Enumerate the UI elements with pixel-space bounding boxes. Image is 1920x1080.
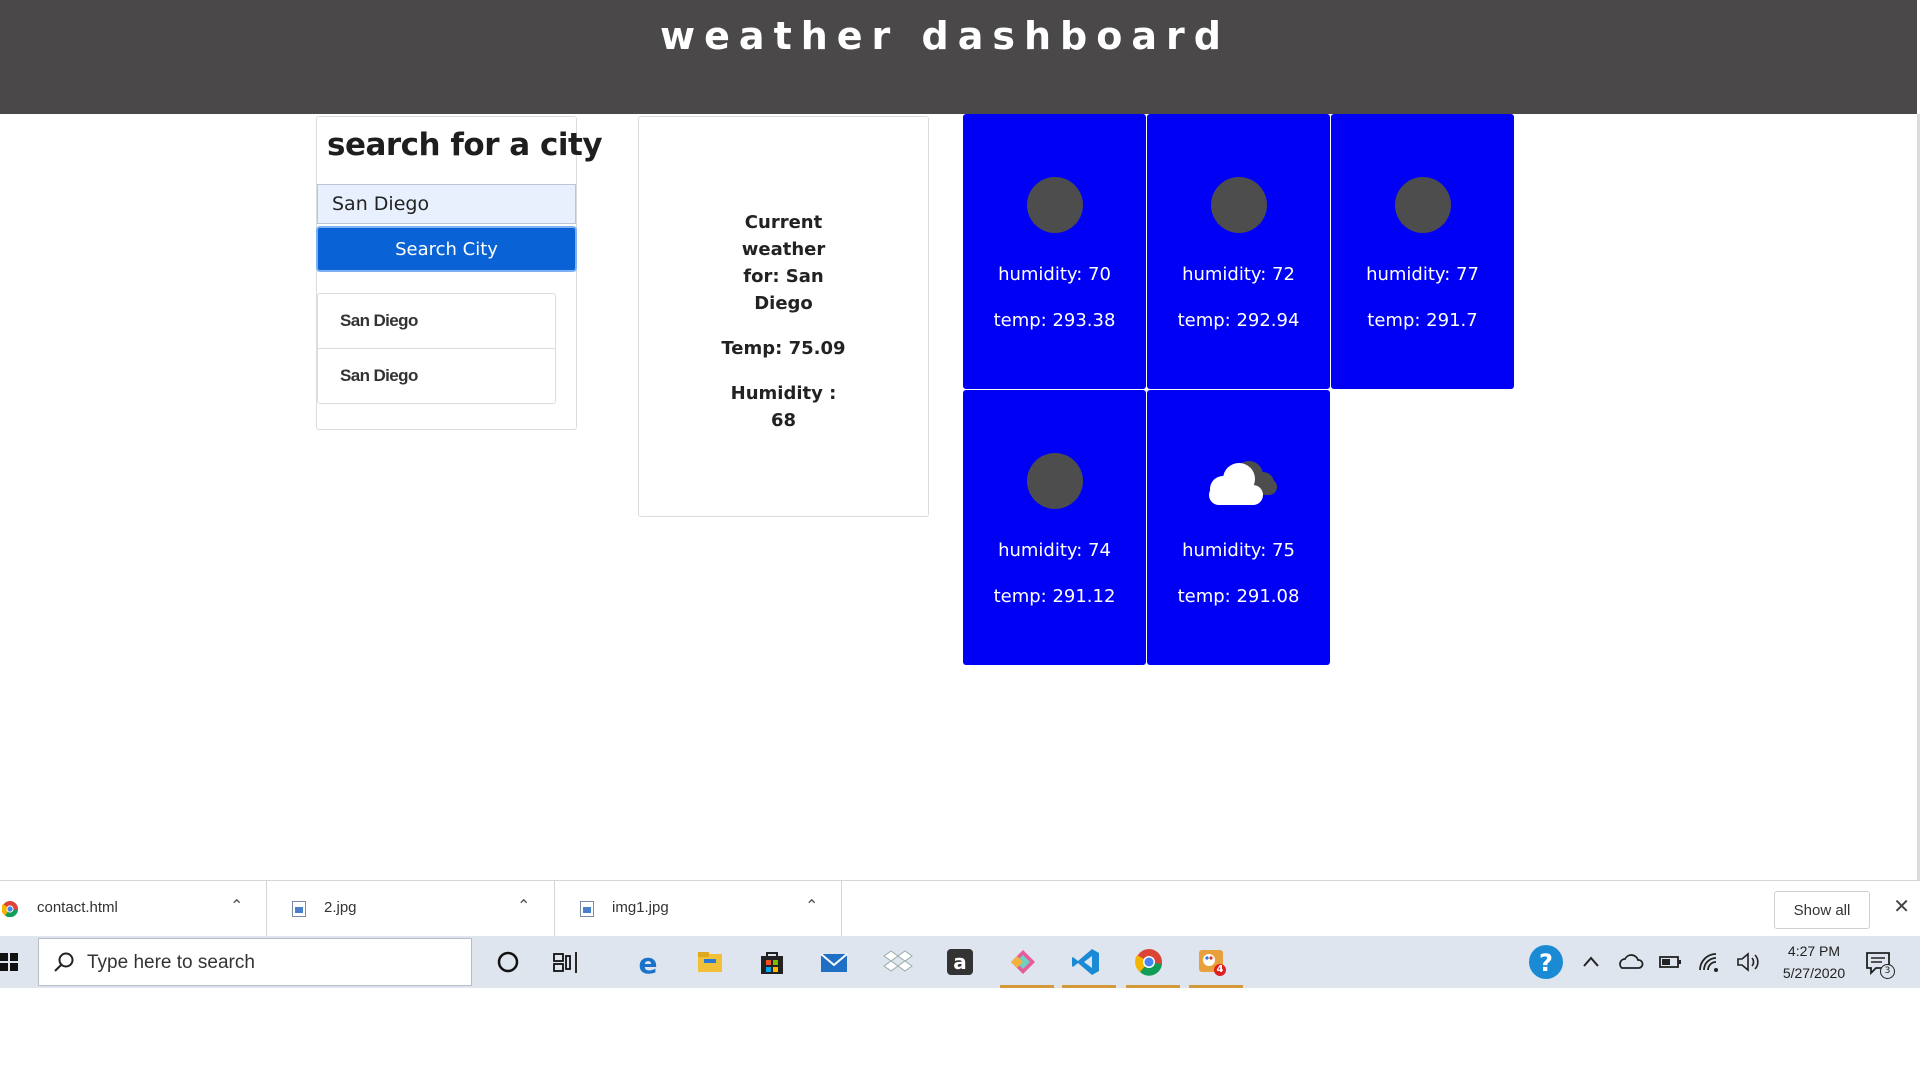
forecast-humidity: humidity: 74	[998, 540, 1111, 561]
edge-icon[interactable]: e	[632, 946, 664, 980]
chrome-file-icon	[1, 901, 18, 918]
forecast-temp: temp: 291.12	[993, 586, 1116, 607]
paint-icon[interactable]: 4	[1196, 946, 1228, 978]
file-explorer-icon[interactable]	[694, 946, 726, 978]
search-history-list: San Diego San Diego	[317, 293, 556, 404]
chrome-icon[interactable]	[1133, 946, 1165, 978]
image-file-icon	[580, 901, 596, 917]
current-weather-card: Current weather for: San Diego Temp: 75.…	[638, 116, 929, 517]
forecast-card: humidity: 70 temp: 293.38	[963, 114, 1146, 389]
current-temp: Temp: 75.09	[721, 338, 846, 359]
help-icon[interactable]: ?	[1528, 944, 1563, 979]
dropbox-icon[interactable]	[882, 946, 914, 978]
clock-time: 4:27 PM	[1787, 943, 1841, 959]
dark-circle-icon	[1027, 453, 1083, 509]
amazon-icon[interactable]: a	[944, 946, 976, 978]
forecast-humidity: humidity: 77	[1366, 264, 1479, 285]
download-item[interactable]: contact.html ⌃	[0, 881, 267, 937]
search-icon	[53, 951, 75, 977]
notification-count: 3	[1880, 964, 1895, 979]
battery-icon[interactable]	[1654, 946, 1686, 978]
forecast-temp: temp: 292.94	[1177, 310, 1300, 331]
forecast-card: humidity: 72 temp: 292.94	[1147, 114, 1330, 389]
forecast-card: humidity: 74 temp: 291.12	[963, 390, 1146, 665]
chevron-up-icon[interactable]: ⌃	[805, 896, 818, 915]
store-icon[interactable]	[756, 946, 788, 978]
forecast-card: humidity: 77 temp: 291.7	[1331, 114, 1514, 389]
downloads-bar: contact.html ⌃ 2.jpg ⌃ img1.jpg ⌃ Show a…	[0, 880, 1920, 937]
show-all-button[interactable]: Show all	[1774, 891, 1870, 929]
cloud-icon	[1199, 455, 1281, 507]
forecast-temp: temp: 291.08	[1177, 586, 1300, 607]
windows-start-icon[interactable]	[0, 950, 18, 974]
chevron-up-icon[interactable]	[1575, 946, 1607, 978]
svg-text:e: e	[639, 947, 658, 978]
taskbar-badge: 4	[1216, 964, 1224, 975]
svg-text:?: ?	[1539, 949, 1553, 977]
forecast-humidity: humidity: 70	[998, 264, 1111, 285]
download-filename: img1.jpg	[612, 899, 669, 916]
cortana-icon[interactable]	[492, 946, 524, 978]
current-weather-heading: Current weather for: San Diego	[741, 212, 826, 314]
svg-text:a: a	[953, 950, 967, 974]
search-heading: search for a city	[327, 127, 603, 163]
windows-taskbar: Type here to search e a 4 ? 4:27 PM 5/27…	[0, 936, 1920, 988]
chevron-up-icon[interactable]: ⌃	[230, 896, 243, 915]
dark-circle-icon	[1027, 177, 1083, 233]
history-item[interactable]: San Diego	[318, 349, 555, 403]
download-filename: 2.jpg	[324, 899, 357, 916]
task-view-icon[interactable]	[548, 946, 580, 978]
wifi-icon[interactable]	[1694, 946, 1726, 978]
blank-area	[0, 988, 1920, 1080]
notifications-icon[interactable]: 3	[1862, 946, 1895, 979]
forecast-temp: temp: 291.7	[1367, 310, 1478, 331]
download-item[interactable]: 2.jpg ⌃	[267, 881, 555, 937]
dark-circle-icon	[1395, 177, 1451, 233]
history-item[interactable]: San Diego	[318, 294, 555, 349]
search-panel: search for a city Search City San Diego …	[316, 116, 603, 430]
chevron-up-icon[interactable]: ⌃	[517, 896, 530, 915]
download-item[interactable]: img1.jpg ⌃	[555, 881, 842, 937]
current-humidity: Humidity : 68	[730, 383, 837, 431]
page-title: weather dashboard	[660, 14, 1230, 58]
taskbar-clock[interactable]: 4:27 PM 5/27/2020	[1764, 940, 1864, 984]
forecast-temp: temp: 293.38	[993, 310, 1116, 331]
forecast-humidity: humidity: 72	[1182, 264, 1295, 285]
onedrive-icon[interactable]	[1614, 946, 1646, 978]
dark-circle-icon	[1211, 177, 1267, 233]
mail-icon[interactable]	[818, 946, 850, 978]
taskbar-search-box[interactable]: Type here to search	[38, 938, 472, 986]
close-icon[interactable]: ✕	[1893, 894, 1910, 918]
vscode-icon[interactable]	[1070, 946, 1102, 978]
app-header: weather dashboard	[0, 0, 1917, 114]
forecast-humidity: humidity: 75	[1182, 540, 1295, 561]
clock-date: 5/27/2020	[1782, 965, 1846, 981]
volume-icon[interactable]	[1732, 946, 1764, 978]
city-search-input[interactable]	[317, 184, 576, 224]
forecast-card: humidity: 75 temp: 291.08	[1147, 390, 1330, 665]
search-city-button[interactable]: Search City	[316, 226, 577, 272]
taskbar-search-placeholder: Type here to search	[87, 952, 255, 973]
gitkraken-icon[interactable]	[1007, 946, 1039, 978]
image-file-icon	[292, 901, 308, 917]
download-filename: contact.html	[37, 899, 118, 916]
